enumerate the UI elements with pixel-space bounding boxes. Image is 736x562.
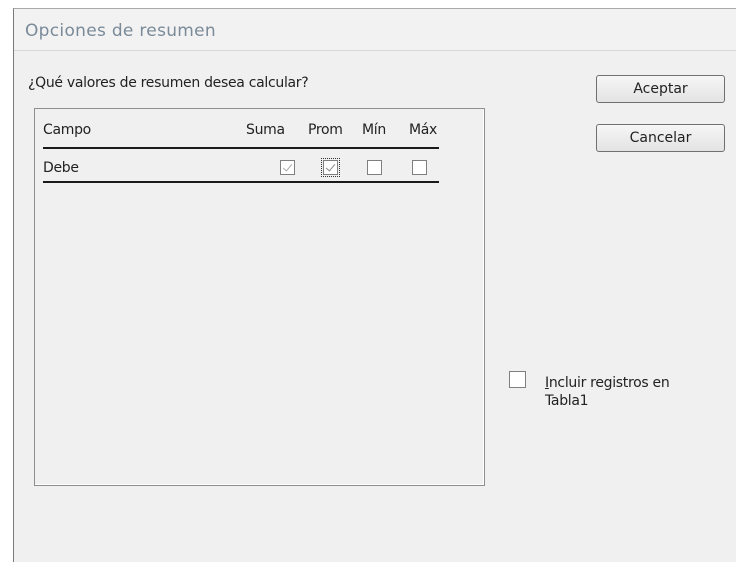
include-records-table-name: Tabla1 xyxy=(545,393,589,409)
avg-checkbox[interactable] xyxy=(321,158,340,177)
header-divider xyxy=(43,147,439,149)
include-records-label-text: ncluir registros en xyxy=(548,375,670,391)
sum-checkbox[interactable] xyxy=(280,160,295,175)
column-header-max: Máx xyxy=(409,122,438,138)
dialog-title: Opciones de resumen xyxy=(25,21,216,41)
title-bar: Opciones de resumen xyxy=(14,9,736,51)
min-checkbox[interactable] xyxy=(367,160,382,175)
column-header-avg: Prom xyxy=(308,122,343,138)
cancel-button[interactable]: Cancelar xyxy=(596,124,725,152)
summary-question-label: ¿Qué valores de resumen desea calcular? xyxy=(28,75,309,91)
field-name-debe: Debe xyxy=(43,160,79,176)
column-header-min: Mín xyxy=(362,122,386,138)
row-divider xyxy=(43,181,439,183)
summary-options-dialog: Opciones de resumen ¿Qué valores de resu… xyxy=(13,8,736,562)
include-records-label[interactable]: Incluir registros en Tabla1 xyxy=(545,374,725,410)
include-records-checkbox[interactable] xyxy=(509,371,526,388)
accept-button[interactable]: Aceptar xyxy=(596,75,725,103)
column-header-field: Campo xyxy=(43,122,91,138)
column-header-sum: Suma xyxy=(246,122,285,138)
max-checkbox[interactable] xyxy=(412,160,427,175)
